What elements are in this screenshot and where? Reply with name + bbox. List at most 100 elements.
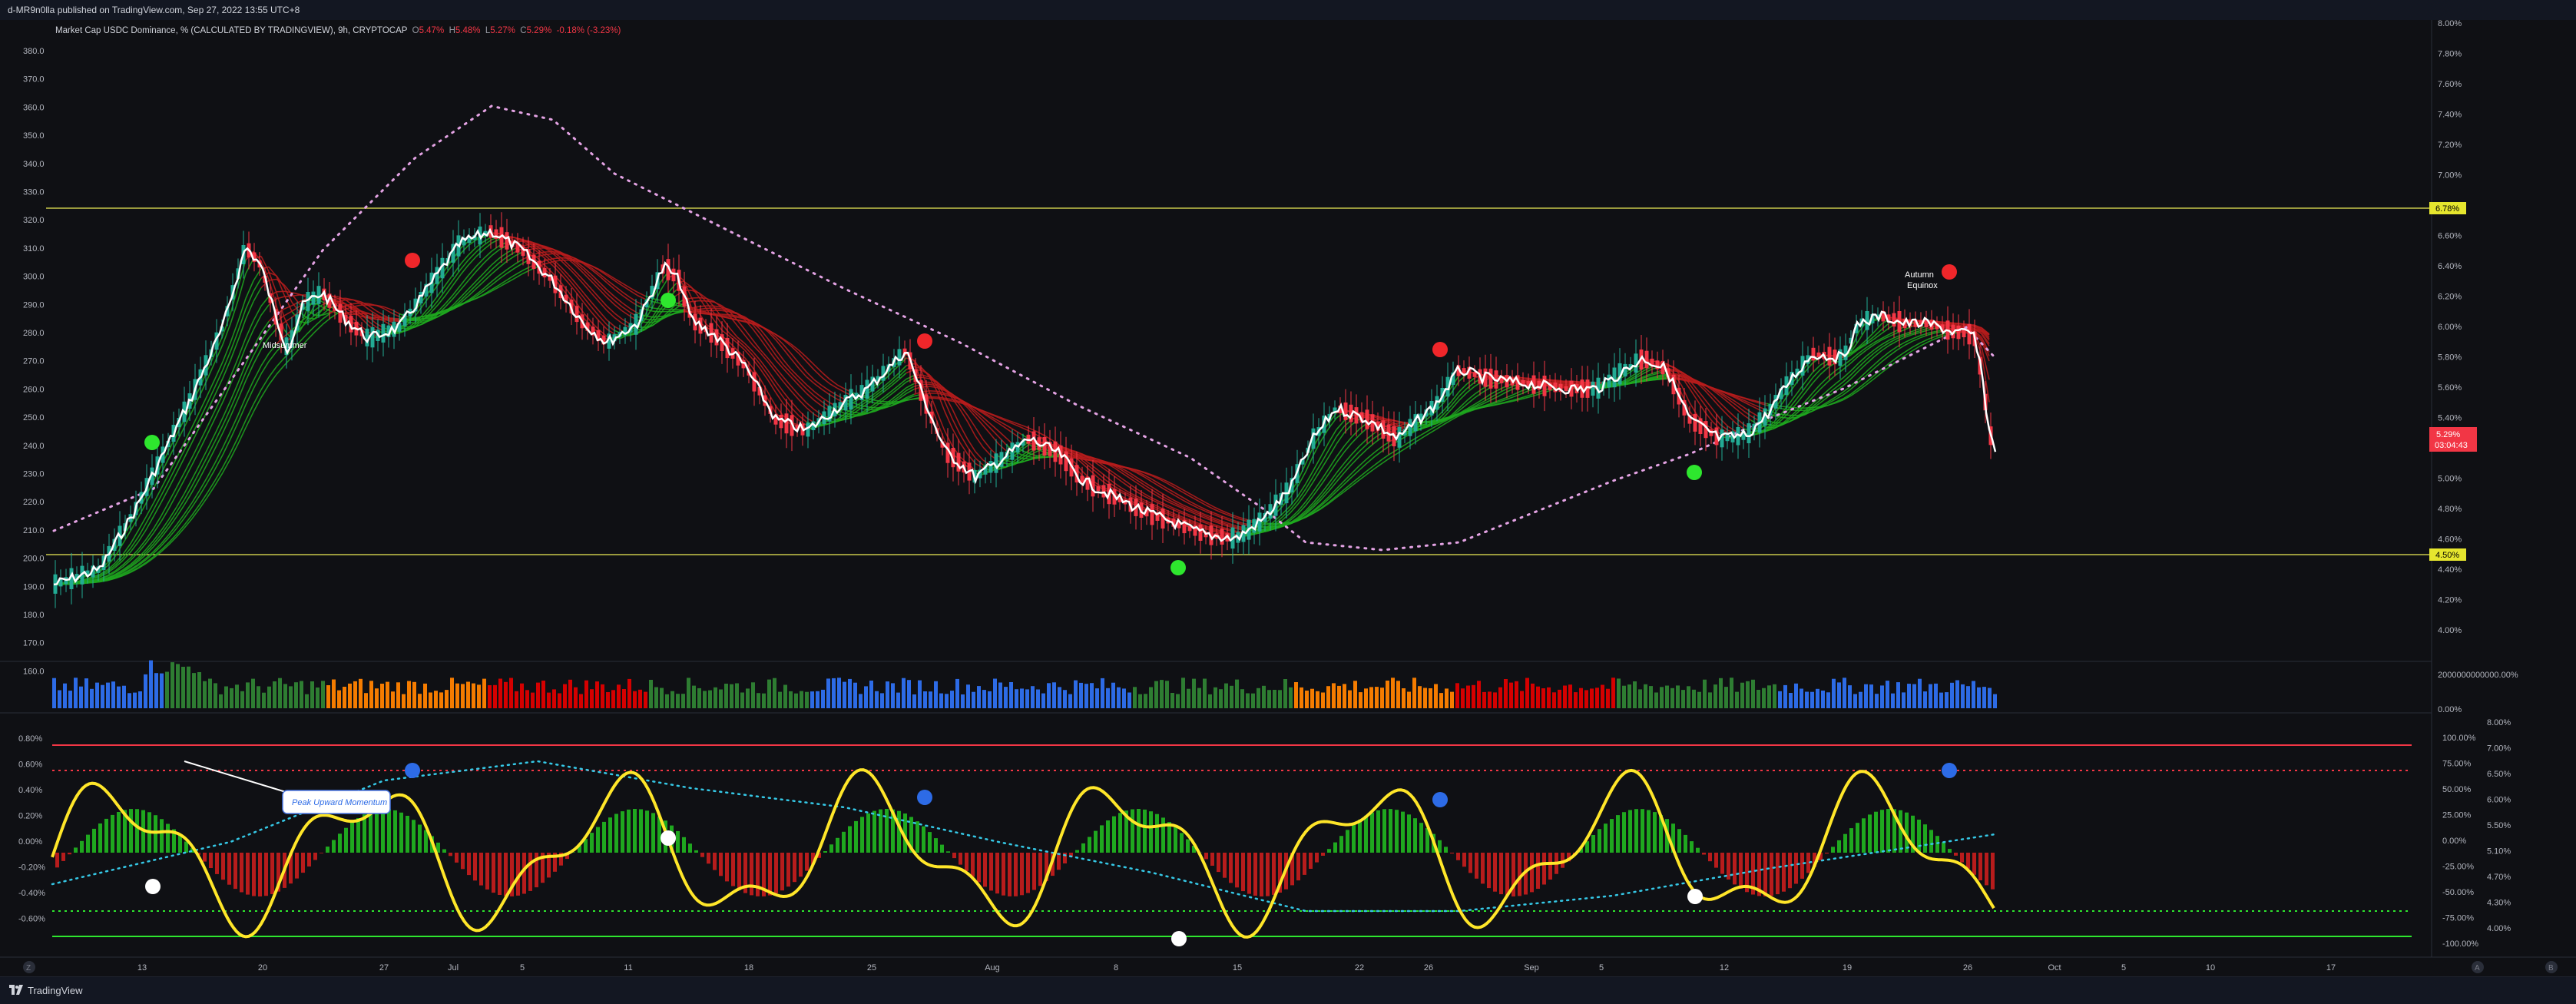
candle-body [1344,403,1348,420]
volume-bar [810,691,814,708]
histogram-bar [1714,853,1718,868]
ribbon-segment [1336,452,1344,463]
histogram-bar [1462,853,1466,866]
volume-bar [724,684,728,708]
candle-body [1694,414,1697,432]
ribbon-segment [691,298,699,299]
histogram-bar [1831,847,1835,853]
ribbon-segment [192,442,200,458]
right-percent-tick: 4.60% [2438,535,2462,545]
histogram-bar [61,853,65,861]
ribbon-segment [1037,432,1045,436]
right-percent-axis[interactable]: 8.00%7.80%7.60%7.40%7.20%7.00%6.80%6.60%… [2438,20,2462,635]
ribbon-segment [614,326,622,331]
ribbon-segment [223,352,230,370]
ribbon-segment [975,416,983,426]
volume-bar [520,684,524,708]
volume-bar [1837,682,1841,708]
left-price-axis[interactable]: 380.0370.0360.0350.0340.0330.0320.0310.0… [23,47,45,676]
ribbon-segment [1098,470,1106,476]
volume-bar [68,691,72,708]
histogram-bar [1032,853,1036,890]
ribbon-segment [200,434,207,449]
ribbon-segment [591,289,599,297]
histogram-bar [1112,817,1116,853]
volume-bar [568,680,572,708]
histogram-bar [805,853,809,871]
histogram-bar [1598,829,1601,853]
volume-bar [1369,687,1373,708]
ribbon-segment [246,381,253,397]
histogram-bar [1536,853,1540,889]
histogram-bar [682,837,686,853]
volume-bar [584,681,588,708]
ribbon-segment [799,386,806,393]
ribbon-segment [223,409,230,426]
histogram-bar [166,824,170,853]
volume-bar [1902,692,1906,708]
candle-body [1957,326,1961,339]
ribbon-segment [1774,425,1782,426]
histogram-bar [1763,853,1767,896]
volume-bar [1020,688,1024,708]
volume-bars [52,661,1997,708]
ribbon-segment [1651,379,1659,380]
ribbon-segment [200,426,207,442]
volume-bar [1176,694,1180,709]
volume-bar [1859,692,1862,708]
volume-bar [1730,678,1733,708]
histogram-bar [707,853,710,863]
volume-bar [714,688,717,708]
volume-bar [988,691,992,708]
right-percent-tick: 4.00% [2438,626,2462,635]
volume-bar [902,678,906,708]
ribbon-segment [1129,472,1137,478]
volume-bar [1773,684,1776,708]
histogram-bar [602,822,606,853]
ribbon-segment [998,444,1006,451]
ribbon-segment [1805,407,1813,408]
histogram-bar [1481,853,1485,883]
volume-bar [493,685,497,708]
volume-bar [1633,681,1637,708]
histogram-bar [240,853,243,893]
left-price-tick: 290.0 [23,300,45,310]
histogram-bar [313,853,317,860]
candle-body [1151,504,1154,525]
volume-bar [633,691,637,708]
volume-bar [230,688,233,708]
histogram-bar [786,853,790,886]
volume-bar [1939,693,1943,708]
volume-bar [950,691,954,708]
histogram-bar [344,828,348,853]
histogram-bar [1002,853,1005,896]
ribbon-segment [1697,390,1705,399]
histogram-bar [1223,853,1227,878]
chart-canvas[interactable]: Midsummer Autumn Equinox 380.0370.0360.0… [0,20,2576,976]
ribbon-segment [230,399,238,417]
ribbon-segment [799,381,806,389]
volume-bar [1445,688,1449,708]
volume-bar [1138,694,1142,708]
volume-bar [1574,692,1578,708]
histogram-bar [307,853,311,866]
ribbon-segment [768,393,776,406]
ribbon-segment [346,314,353,315]
ribbon-segment [1359,471,1367,477]
ribbon-segment [791,391,799,399]
volume-bar [240,691,244,708]
histogram-bar [1407,814,1411,853]
volume-bar [1977,688,1981,708]
ribbon-segment [246,320,253,338]
ribbon-segment [200,449,207,465]
countdown-badge: 03:04:43 [2435,441,2468,450]
volume-bar [1584,690,1588,708]
histogram-bar [829,844,833,853]
ribbon-segment [1459,389,1467,396]
volume-bar [837,678,841,708]
ribbon-segment [814,409,822,415]
histogram-bar [1733,853,1737,884]
volume-bar [531,693,535,708]
chart-area[interactable]: Market Cap USDC Dominance, % (CALCULATED… [0,20,2576,976]
histogram-bar [836,838,839,853]
